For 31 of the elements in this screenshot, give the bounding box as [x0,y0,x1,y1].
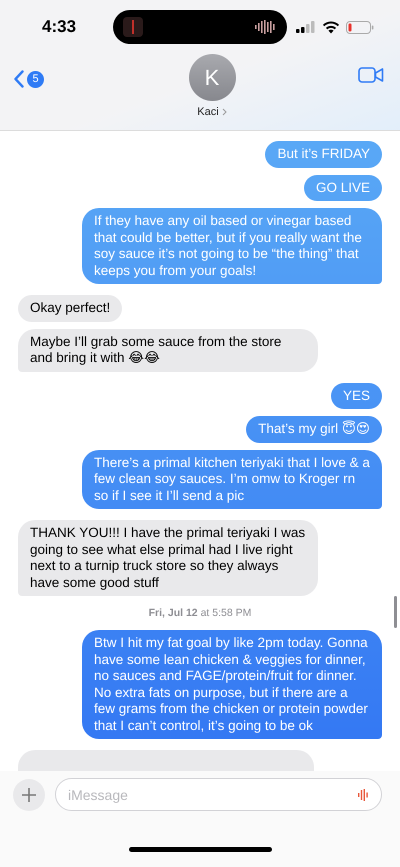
message-bubble: Okay perfect! [18,295,122,322]
video-camera-icon [358,67,384,83]
message-bubble: But it’s FRIDAY [265,141,382,168]
avatar: K [188,54,236,101]
waveform-icon [358,789,368,801]
add-button[interactable] [13,778,45,810]
contact-name: Kaci [197,106,219,118]
message-bubble: Maybe I’ll grab some sauce from the store and bring it with 😂😂 [18,328,318,372]
message-bubble: GO LIVE [304,174,382,201]
unread-badge: 5 [27,70,44,88]
plus-icon [22,788,36,802]
wifi-icon [322,20,340,34]
message-bubble: Btw I hit my fat goal by like 2pm today. Gonna have some lean chicken & veggies for dinner, no sauces and FAGE/protein/fruit for dinner. No extra fats on purpose, but if there are a few grams from the chicken or protein powder that I can’t control, it’s going to be ok [82,630,382,739]
waveform-icon [255,20,278,34]
chevron-left-icon [14,70,24,88]
timestamp: Fri, Jul 12 at 5:58 PM [148,607,252,619]
message-bubble: YES [330,382,382,409]
back-button[interactable]: 5 [14,70,44,88]
status-time: 4:33 [42,17,76,37]
message-bubble: There’s a primal kitchen teriyaki that I love & a few clean soy sauces. I’m omw to Kroger rn so if I see it I’ll send a pic [82,450,382,509]
message-bubble: THANK YOU!!! I have the primal teriyaki I was going to see what else primal had I live right next to a turnip truck store so they always have some good stuff [18,520,318,596]
battery-icon [346,20,374,34]
video-call-button[interactable] [358,67,384,86]
message-input-field[interactable]: iMessage [55,778,382,811]
chevron-right-icon [222,108,227,116]
signal-icon [296,21,316,33]
recording-icon [123,17,144,37]
message-bubble: That’s my girl 😇😍 [246,416,382,442]
scroll-indicator [394,596,397,628]
contact-button[interactable]: K Kaci [188,54,236,118]
message-bubble: If they have any oil based or vinegar based that could be better, but if you really want the soy sauce it’s not going to be “the thing” that keeps you from your goals! [82,208,382,284]
